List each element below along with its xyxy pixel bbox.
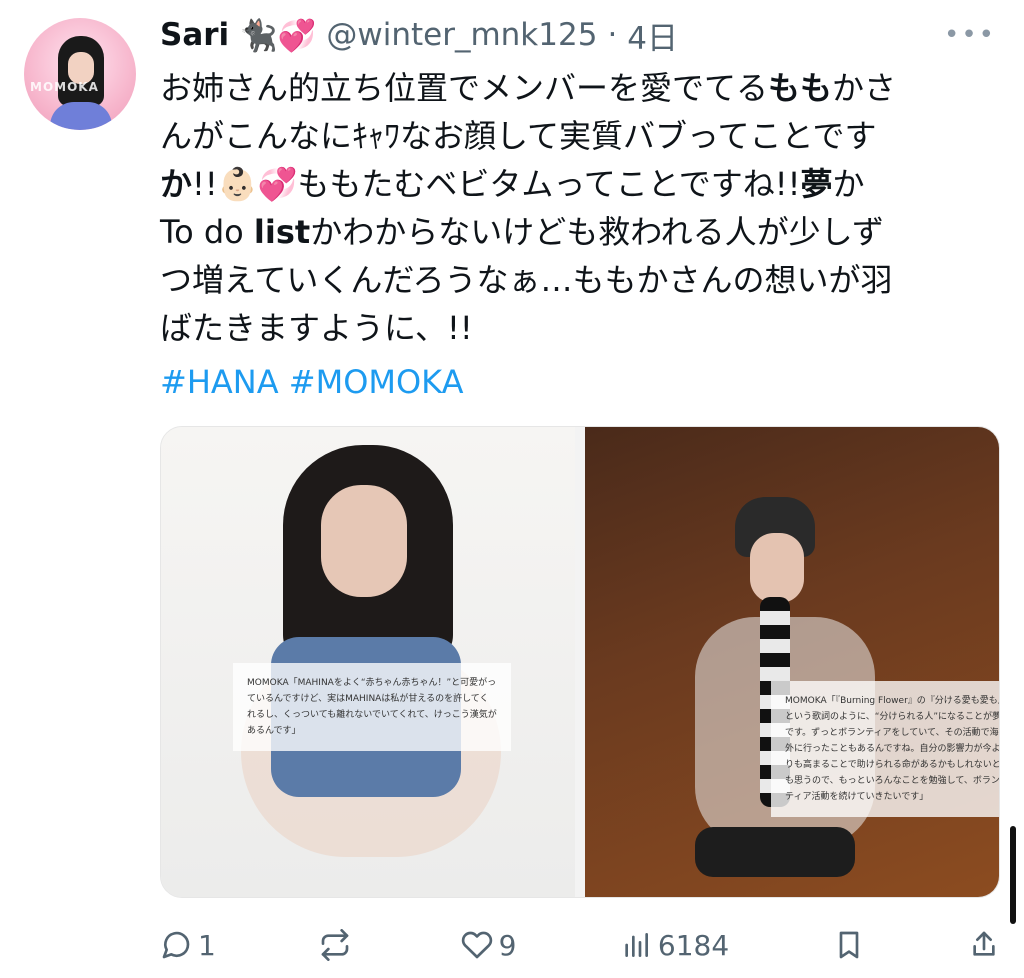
tweet-line: か!!👶🏻💞ももたむベビタムってことですね!!夢か bbox=[160, 160, 1000, 208]
hashtag-hana[interactable]: #HANA bbox=[160, 363, 279, 401]
tweet-line: ばたきますように、!! bbox=[160, 304, 1000, 352]
person-right-face bbox=[750, 533, 804, 603]
hashtags: #HANA #MOMOKA bbox=[160, 358, 463, 406]
author-name[interactable]: Sari bbox=[160, 17, 229, 53]
tweet-line-bold: 夢 bbox=[800, 165, 833, 203]
photo-left-caption: MOMOKA「MAHINAをよく“赤ちゃん赤ちゃん！”と可愛がっているんですけど… bbox=[233, 663, 511, 751]
tweet-line-segment: つ増えていくんだろうなぁ…ももかさんの想いが羽 bbox=[160, 261, 893, 299]
tweet-line: お姉さん的立ち位置でメンバーを愛でてるももかさ bbox=[160, 64, 1000, 112]
more-icon[interactable]: ••• bbox=[944, 20, 996, 50]
author-handle[interactable]: @winter_mnk125 bbox=[326, 17, 597, 53]
tweet-line-segment: かわからないけども救われる人が少しず bbox=[310, 213, 884, 251]
hashtag-momoka[interactable]: #MOMOKA bbox=[289, 363, 464, 401]
tweet-line: To do listかわからないけども救われる人が少しず bbox=[160, 208, 1000, 256]
avatar-body bbox=[50, 102, 112, 130]
tweet-line-segment: !!👶🏻💞ももたむベビタムってことですね!! bbox=[192, 165, 801, 203]
person-right-boots bbox=[695, 827, 855, 877]
meta-separator: · bbox=[607, 17, 618, 53]
tweet-line-bold: か bbox=[160, 165, 193, 203]
reply-button[interactable]: 1 bbox=[160, 929, 216, 962]
retweet-button[interactable] bbox=[319, 929, 357, 961]
photo-right-caption: MOMOKA「『Burning Flower』の『分ける愛も愛も』という歌詞のよ… bbox=[771, 681, 999, 817]
tweet-line-segment: お姉さん的立ち位置でメンバーを愛でてる bbox=[160, 69, 769, 107]
avatar[interactable]: MOMOKA bbox=[24, 18, 136, 130]
heart-icon bbox=[461, 929, 493, 961]
tweet-line-segment: んがこんなにｷｬﾜなお顔して実質バブってことです bbox=[160, 117, 877, 155]
avatar-label: MOMOKA bbox=[30, 80, 99, 94]
views-icon bbox=[620, 929, 652, 961]
person-left-face bbox=[321, 485, 407, 597]
tweet-line-segment: かさ bbox=[832, 69, 897, 107]
reply-count: 1 bbox=[198, 928, 216, 962]
reply-icon bbox=[160, 929, 192, 961]
tweet-line-bold: もも bbox=[768, 69, 833, 107]
tweet-line-segment: か bbox=[832, 165, 865, 203]
views-button[interactable]: 6184 bbox=[620, 929, 729, 962]
like-button[interactable]: 9 bbox=[461, 928, 517, 962]
retweet-icon bbox=[319, 929, 351, 961]
tweet-line-segment: ばたきますように、!! bbox=[160, 309, 473, 347]
photo-left[interactable]: MOMOKA「MAHINAをよく“赤ちゃん赤ちゃん！”と可愛がっているんですけど… bbox=[161, 427, 575, 897]
like-count: 9 bbox=[498, 928, 517, 962]
bookmark-button[interactable] bbox=[833, 929, 865, 961]
scrollbar[interactable] bbox=[1010, 826, 1016, 924]
tweet-line-segment: To do bbox=[160, 213, 254, 251]
share-icon bbox=[968, 929, 1000, 961]
tweet-line: んがこんなにｷｬﾜなお顔して実質バブってことです bbox=[160, 112, 1000, 160]
tweet-text: お姉さん的立ち位置でメンバーを愛でてるももかさ んがこんなにｷｬﾜなお顔して実質… bbox=[160, 64, 1000, 352]
tweet-time[interactable]: 4日 bbox=[627, 13, 678, 58]
tweet-line-bold: list bbox=[253, 213, 311, 251]
photo-right[interactable]: MOMOKA「『Burning Flower』の『分ける愛も愛も』という歌詞のよ… bbox=[585, 427, 999, 897]
author-emoji: 🐈‍⬛💞 bbox=[239, 17, 317, 54]
tweet-actions: 1 9 6184 bbox=[160, 918, 1000, 972]
media-grid: MOMOKA「MAHINAをよく“赤ちゃん赤ちゃん！”と可愛がっているんですけど… bbox=[160, 426, 1000, 898]
views-count: 6184 bbox=[657, 928, 730, 962]
share-button[interactable] bbox=[968, 929, 1000, 961]
tweet-line: つ増えていくんだろうなぁ…ももかさんの想いが羽 bbox=[160, 256, 1000, 304]
tweet-header: Sari 🐈‍⬛💞 @winter_mnk125 · 4日 bbox=[160, 12, 678, 58]
bookmark-icon bbox=[833, 929, 865, 961]
